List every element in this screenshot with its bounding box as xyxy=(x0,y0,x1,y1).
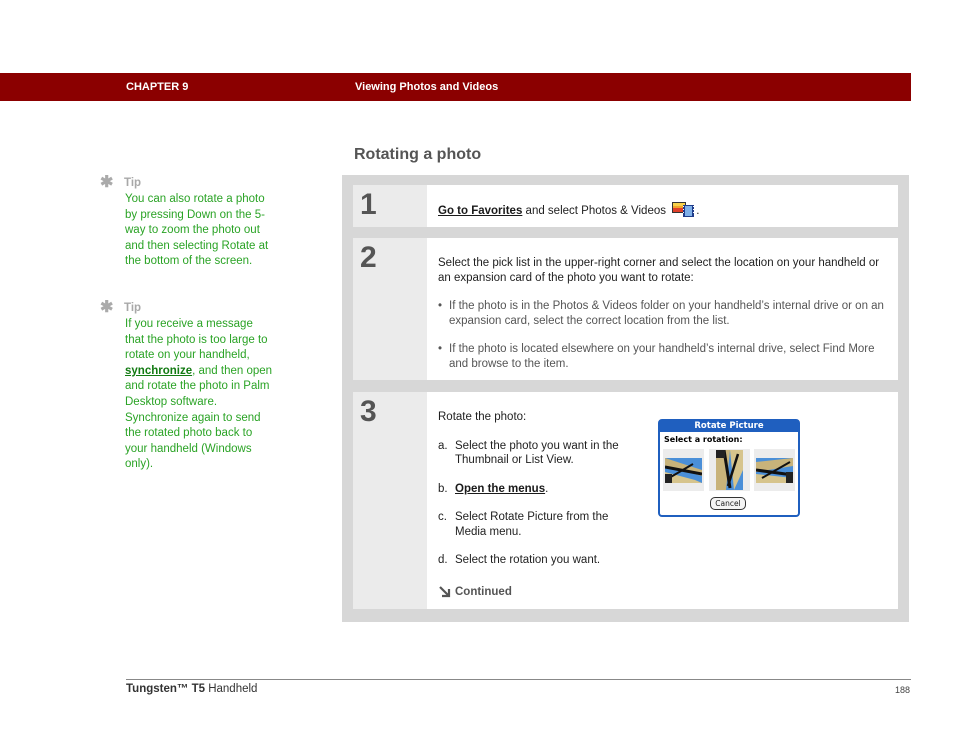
product-name: Tungsten™ T5 xyxy=(126,683,206,695)
product-suffix: Handheld xyxy=(205,683,258,695)
tip-text-after: , and then open and rotate the photo in … xyxy=(125,364,273,471)
rotation-option-right[interactable] xyxy=(754,449,795,491)
continued-indicator: Continued xyxy=(438,585,638,600)
step-content: Go to Favorites and select Photos & Vide… xyxy=(438,202,888,219)
footer-product: Tungsten™ T5 Handheld xyxy=(126,683,257,695)
section-title: Rotating a photo xyxy=(354,146,482,163)
cancel-button[interactable]: Cancel xyxy=(710,497,746,510)
synchronize-link[interactable]: synchronize xyxy=(125,365,192,377)
step-text: and select Photos & Videos xyxy=(522,205,666,217)
step-number-column: 3 xyxy=(353,392,427,609)
step-number: 3 xyxy=(360,395,377,428)
substep-b: b. Open the menus. xyxy=(438,482,638,497)
tip-label: Tip xyxy=(124,302,142,314)
step-3: 3 Rotate the photo: a. Select the photo … xyxy=(353,392,898,609)
steps-panel: 1 Go to Favorites and select Photos & Vi… xyxy=(342,175,909,622)
substep-letter: a. xyxy=(438,439,448,452)
substep-c: c. Select Rotate Picture from the Media … xyxy=(438,510,638,539)
continued-label: Continued xyxy=(455,585,512,598)
step-number-column: 1 xyxy=(353,185,427,227)
step-text-end: . xyxy=(696,205,700,217)
substep-letter: d. xyxy=(438,554,448,566)
open-the-menus-link[interactable]: Open the menus xyxy=(455,483,545,495)
rotation-options xyxy=(663,449,795,491)
arrow-down-right-icon xyxy=(439,585,451,597)
tip-1: ✱ Tip You can also rotate a photo by pre… xyxy=(100,175,280,270)
step-content: Rotate the photo: a. Select the photo yo… xyxy=(438,410,638,599)
chapter-title: Viewing Photos and Videos xyxy=(355,81,499,93)
rotation-option-left[interactable] xyxy=(663,449,704,491)
dialog-prompt: Select a rotation: xyxy=(664,435,743,444)
tip-text-before: If you receive a message that the photo … xyxy=(125,318,268,362)
substep-letter: b. xyxy=(438,482,448,495)
substep-text: Select the rotation you want. xyxy=(455,554,601,566)
substep-text: Select Rotate Picture from the Media men… xyxy=(455,511,609,538)
tip-text: You can also rotate a photo by pressing … xyxy=(125,193,269,268)
photo-thumbnail xyxy=(716,450,743,490)
bullet-item: If the photo is in the Photos & Videos f… xyxy=(438,299,888,328)
substep-d: d. Select the rotation you want. xyxy=(438,553,638,568)
substep-a: a. Select the photo you want in the Thum… xyxy=(438,439,638,468)
asterisk-icon: ✱ xyxy=(100,174,114,191)
photo-thumbnail xyxy=(665,458,702,483)
substep-text: Select the photo you want in the Thumbna… xyxy=(455,439,619,467)
asterisk-icon: ✱ xyxy=(100,299,114,316)
dialog-title: Rotate Picture xyxy=(660,421,798,432)
step-content: Select the pick list in the upper-right … xyxy=(438,256,888,371)
tip-2: ✱ Tip If you receive a message that the … xyxy=(100,300,280,473)
rotation-option-180[interactable] xyxy=(709,449,750,491)
chapter-label: CHAPTER 9 xyxy=(126,81,189,93)
step-number: 2 xyxy=(360,241,377,274)
tip-label: Tip xyxy=(124,177,142,189)
step-2: 2 Select the pick list in the upper-righ… xyxy=(353,238,898,380)
footer-divider xyxy=(126,679,911,680)
substep-letter: c. xyxy=(438,511,447,523)
step-intro: Select the pick list in the upper-right … xyxy=(438,257,880,284)
step-number: 1 xyxy=(360,188,377,221)
bullet-item: If the photo is located elsewhere on you… xyxy=(438,342,888,371)
rotate-picture-dialog: Rotate Picture Select a rotation: Cancel xyxy=(658,419,800,517)
photos-videos-icon xyxy=(672,202,696,217)
go-to-favorites-link[interactable]: Go to Favorites xyxy=(438,205,522,217)
step-intro: Rotate the photo: xyxy=(438,411,527,423)
photo-thumbnail xyxy=(756,458,793,483)
step-1: 1 Go to Favorites and select Photos & Vi… xyxy=(353,185,898,227)
substep-text: . xyxy=(545,482,549,495)
tip-text: If you receive a message that the photo … xyxy=(125,317,275,473)
page-number: 188 xyxy=(895,685,911,695)
step-number-column: 2 xyxy=(353,238,427,380)
